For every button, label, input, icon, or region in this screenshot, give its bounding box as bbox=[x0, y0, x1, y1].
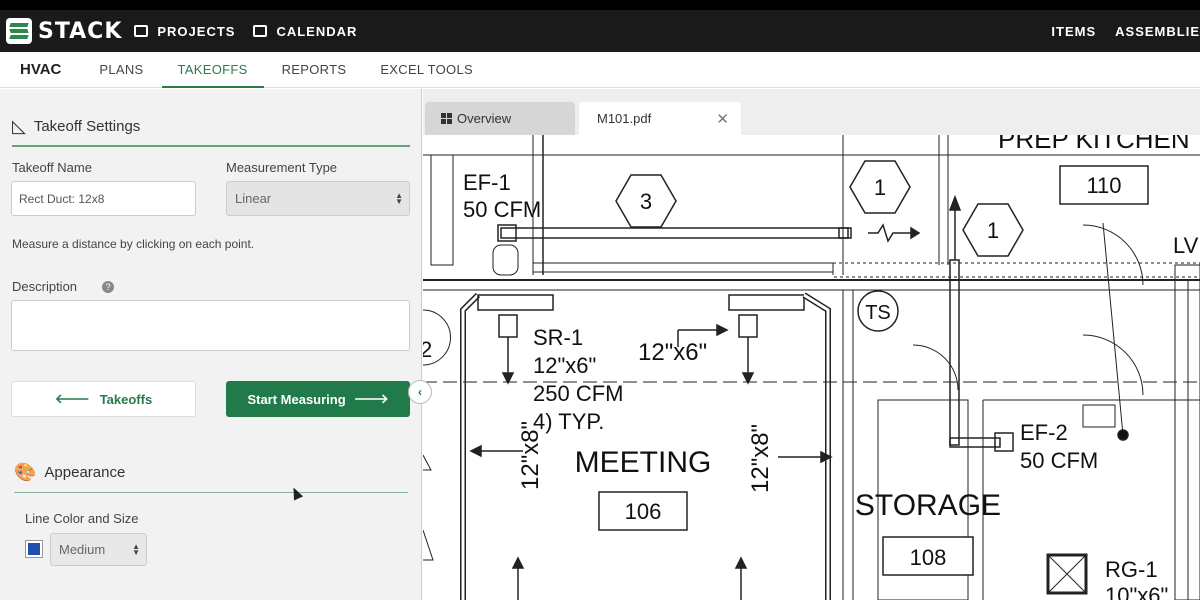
hex-3: 3 bbox=[640, 189, 652, 214]
room-106: 106 bbox=[625, 499, 662, 524]
tab-m101-pdf[interactable]: M101.pdf ✕ bbox=[579, 102, 741, 135]
appearance-divider bbox=[14, 492, 408, 493]
palette-icon: 🎨 bbox=[14, 462, 37, 482]
label-ef2-cfm: 50 CFM bbox=[1020, 448, 1098, 473]
tab-file-label: M101.pdf bbox=[597, 111, 652, 126]
label-ef1: EF-1 bbox=[463, 170, 511, 195]
label-duct-right: 12"x8" bbox=[747, 424, 774, 493]
takeoff-settings-header: ◺ Takeoff Settings bbox=[12, 116, 140, 137]
label-sr1: SR-1 bbox=[533, 325, 583, 350]
room-110: 110 bbox=[1086, 173, 1121, 198]
nav-projects-label: PROJECTS bbox=[157, 23, 236, 39]
floor-plan-drawing[interactable]: EF-1 50 CFM 3 1 1 110 PREP KITCHEN LV TS… bbox=[423, 135, 1200, 600]
calendar-icon bbox=[253, 25, 268, 37]
tab-reports[interactable]: REPORTS bbox=[282, 52, 347, 88]
label-ef2: EF-2 bbox=[1020, 420, 1068, 445]
label-sr1-cfm: 250 CFM bbox=[533, 381, 623, 406]
start-measuring-button[interactable]: Start Measuring 🡒 bbox=[226, 381, 410, 417]
takeoff-name-input[interactable]: Rect Duct: 12x8 bbox=[11, 181, 196, 216]
hex-1a: 1 bbox=[874, 175, 886, 200]
arrow-left-icon: 🡐 bbox=[54, 391, 90, 406]
measure-hint: Measure a distance by clicking on each p… bbox=[12, 237, 255, 251]
nav-projects[interactable]: PROJECTS bbox=[134, 24, 235, 39]
nav-calendar-label: CALENDAR bbox=[276, 23, 358, 39]
nav-calendar[interactable]: CALENDAR bbox=[253, 24, 357, 39]
appearance-header: 🎨 Appearance bbox=[14, 462, 125, 483]
label-rg1-size: 10"x6" bbox=[1105, 583, 1168, 600]
start-measuring-label: Start Measuring bbox=[247, 391, 346, 407]
measurement-type-label: Measurement Type bbox=[226, 160, 338, 175]
line-color-size-label: Line Color and Size bbox=[25, 511, 139, 526]
label-lv: LV bbox=[1173, 233, 1199, 258]
hex-1b: 1 bbox=[987, 218, 999, 243]
arrow-right-icon: 🡒 bbox=[353, 391, 389, 406]
tab-takeoffs[interactable]: TAKEOFFS bbox=[161, 52, 264, 88]
measurement-type-select[interactable]: Linear ▲ ▼ bbox=[226, 181, 410, 216]
top-navigation: STACK PROJECTS CALENDAR ITEMS ASSEMBLIE bbox=[0, 10, 1200, 52]
window-top-strip bbox=[0, 0, 1200, 10]
back-to-takeoffs-button[interactable]: 🡐 Takeoffs bbox=[11, 381, 196, 417]
select-arrows-icon: ▲ ▼ bbox=[132, 541, 140, 557]
help-icon[interactable]: ? bbox=[102, 281, 114, 293]
label-sr1-size: 12"x6" bbox=[533, 353, 596, 378]
description-textarea[interactable] bbox=[11, 300, 410, 351]
label-prep-kitchen: PREP KITCHEN bbox=[998, 135, 1190, 154]
tab-excel-tools[interactable]: EXCEL TOOLS bbox=[380, 52, 473, 88]
description-label: Description bbox=[12, 279, 78, 294]
room-storage: STORAGE bbox=[855, 489, 1001, 522]
project-name: HVAC bbox=[20, 61, 62, 78]
label-ef1-cfm: 50 CFM bbox=[463, 197, 541, 222]
label-left-2: 2 bbox=[423, 337, 432, 362]
appearance-title: Appearance bbox=[44, 464, 126, 481]
tab-plans[interactable]: PLANS bbox=[99, 52, 143, 88]
line-color-swatch[interactable] bbox=[25, 540, 43, 558]
brand-logo[interactable]: STACK bbox=[6, 18, 122, 44]
takeoff-settings-title: Takeoff Settings bbox=[33, 118, 141, 135]
grid-icon bbox=[441, 113, 452, 124]
select-arrows-icon: ▲ ▼ bbox=[395, 190, 403, 206]
collapse-panel-button[interactable]: ‹ bbox=[408, 380, 432, 404]
tab-overview-label: Overview bbox=[457, 111, 512, 126]
room-108: 108 bbox=[910, 545, 947, 570]
settings-divider bbox=[12, 145, 410, 147]
nav-items[interactable]: ITEMS bbox=[1051, 24, 1096, 39]
plan-viewer: Overview M101.pdf ✕ EF-1 50 CFM 3 1 1 11… bbox=[423, 89, 1200, 600]
label-rg1: RG-1 bbox=[1105, 557, 1158, 582]
tab-overview[interactable]: Overview bbox=[425, 102, 575, 135]
label-duct-left: 12"x8" bbox=[517, 421, 544, 490]
measurement-type-value: Linear bbox=[235, 191, 272, 206]
line-size-value: Medium bbox=[59, 542, 106, 557]
line-size-select[interactable]: Medium ▲ ▼ bbox=[50, 533, 147, 566]
label-ts: TS bbox=[865, 302, 891, 324]
takeoff-name-label: Takeoff Name bbox=[12, 160, 92, 175]
back-to-takeoffs-label: Takeoffs bbox=[99, 391, 153, 407]
label-duct-top: 12"x6" bbox=[638, 339, 707, 366]
briefcase-icon bbox=[134, 25, 149, 37]
close-icon[interactable]: ✕ bbox=[716, 110, 729, 128]
stack-logo-icon bbox=[6, 18, 32, 44]
document-tabs: Overview M101.pdf ✕ bbox=[423, 89, 1200, 135]
nav-assemblies[interactable]: ASSEMBLIE bbox=[1115, 24, 1200, 39]
project-subnav: HVAC PLANS TAKEOFFS REPORTS EXCEL TOOLS bbox=[0, 52, 1200, 88]
room-meeting: MEETING bbox=[575, 446, 712, 479]
ruler-triangle-icon: ◺ bbox=[12, 116, 26, 136]
chevron-left-icon: ‹ bbox=[418, 385, 422, 399]
brand-name: STACK bbox=[38, 18, 123, 44]
